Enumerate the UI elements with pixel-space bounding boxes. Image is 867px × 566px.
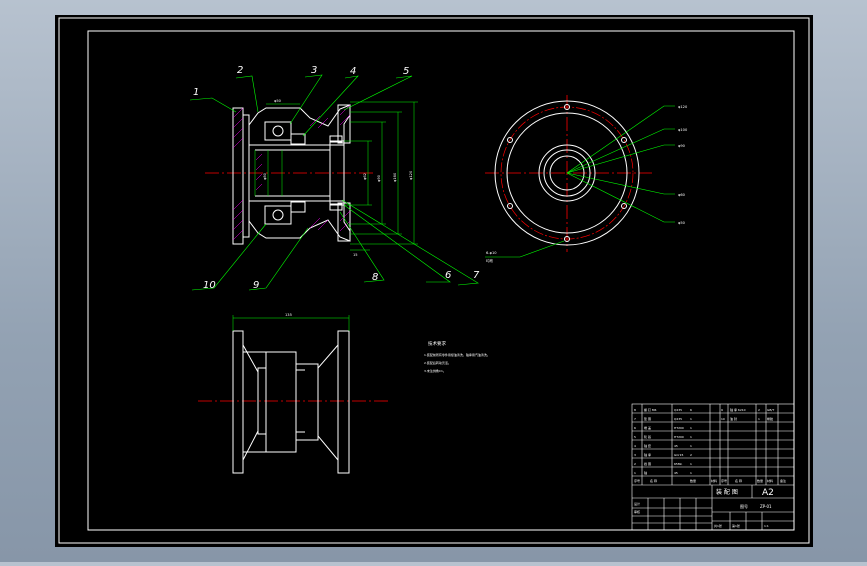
designer-label: 设计 [634, 501, 640, 506]
parts-cell-left-qty: 1 [690, 426, 692, 430]
parts-cell-left-qty: 1 [690, 471, 692, 475]
sheet-size: A2 [762, 488, 774, 498]
dim-front-right: φ80 [263, 172, 267, 180]
header-name: 名 称 [650, 478, 657, 483]
header-name2: 名 称 [735, 478, 742, 483]
parts-cell-left-mat: Q235 [674, 417, 682, 421]
dim-front-overall: φ120 [409, 170, 413, 180]
notes-line-1: 1.装配前所有零件用煤油清洗，轴承用汽油清洗。 [424, 352, 490, 357]
parts-cell-left-mat: 65Mn [674, 462, 682, 466]
sheet-count: 共1张 [714, 523, 722, 528]
parts-cell-left-qty: 1 [690, 444, 692, 448]
drawing-name: 装 配 图 [716, 488, 738, 496]
parts-cell-left-qty: 1 [690, 435, 692, 439]
dim-front-flange: φ160 [393, 172, 397, 182]
notes-title: 技术要求 [428, 340, 446, 347]
callout-2: 2 [237, 65, 243, 76]
parts-cell-right-qty: 2 [758, 408, 760, 412]
dim-circle-1: φ120 [678, 105, 688, 109]
parts-cell-left-name: 垫 圈 [644, 416, 651, 421]
dim-circle-3: φ90 [678, 144, 686, 148]
parts-cell-left-mat: Q235 [674, 408, 682, 412]
parts-cell-left-no: 2 [634, 462, 636, 466]
parts-cell-left-no: 7 [634, 417, 636, 421]
parts-cell-left-name: 挡 圈 [644, 461, 651, 466]
parts-cell-left-mat: 45 [674, 444, 678, 448]
dim-circle-2: φ100 [678, 128, 688, 132]
parts-cell-left-qty: 6 [690, 408, 692, 412]
callout-4: 4 [350, 66, 356, 77]
dim-bottom-overall: 135 [285, 313, 292, 317]
callout-7: 7 [473, 270, 480, 281]
callout-10: 10 [203, 280, 216, 291]
parts-cell-left-name: 轴 [644, 470, 647, 475]
header-no2: 序号 [721, 478, 727, 483]
parts-cell-right-no: 10 [721, 417, 725, 421]
dim-holes-line2: 均布 [486, 258, 494, 263]
dim-circle-4: φ60 [678, 193, 686, 197]
parts-cell-right-mat: GB/T [767, 408, 774, 412]
callout-9: 9 [253, 280, 259, 291]
dim-circle-5: φ50 [678, 221, 686, 225]
header-no: 序号 [634, 478, 640, 483]
checker-label: 审核 [634, 509, 640, 514]
callout-5: 5 [403, 66, 409, 77]
parts-cell-left-qty: 1 [690, 417, 692, 421]
parts-cell-left-qty: 2 [690, 453, 692, 457]
parts-cell-left-mat: HT200 [674, 426, 684, 430]
parts-cell-right-mat: 橡胶 [767, 416, 773, 421]
parts-cell-left-qty: 1 [690, 462, 692, 466]
parts-cell-left-no: 8 [634, 408, 636, 412]
header-qty: 数量 [690, 478, 696, 483]
parts-cell-right-name: 油 封 [730, 416, 737, 421]
parts-cell-left-name: 轮 毂 [644, 434, 651, 439]
callout-8: 8 [372, 272, 378, 283]
parts-cell-right-name: 轴 承 6210 [730, 407, 746, 412]
parts-cell-left-no: 3 [634, 453, 636, 457]
parts-cell-left-name: 轴 套 [644, 443, 651, 448]
dim-front-small: φ62 [363, 173, 367, 180]
parts-cell-left-name: 端 盖 [644, 425, 651, 430]
parts-cell-left-name: 轴 承 [644, 452, 651, 457]
callout-1: 1 [193, 87, 199, 98]
parts-cell-left-no: 1 [634, 471, 636, 475]
cad-viewport[interactable]: φ50 φ120 φ160 φ90 φ62 φ80 15 1 2 3 4 5 6… [0, 0, 867, 562]
scale-value: 1:1 [764, 524, 769, 528]
drawing-org: 图号 [740, 503, 748, 509]
parts-cell-left-mat: GCr15 [674, 453, 684, 457]
dim-front-inner: φ90 [377, 174, 381, 182]
parts-cell-left-no: 6 [634, 426, 636, 430]
dim-top-bore: φ50 [274, 99, 282, 103]
dim-bottom-right: 15 [353, 253, 358, 257]
header-qty2: 数量 [757, 478, 763, 483]
header-mat2: 材料 [767, 478, 773, 483]
sheet-number: 第1张 [732, 523, 740, 528]
notes-line-3: 3.未注倒角C1。 [424, 368, 446, 373]
parts-cell-left-no: 5 [634, 435, 636, 439]
parts-cell-left-mat: HT200 [674, 435, 684, 439]
callout-3: 3 [311, 65, 317, 76]
parts-cell-left-name: 螺 钉 M6 [644, 407, 656, 412]
drawing-no: ZP-01 [760, 504, 772, 509]
notes-line-2: 2.装配后转动灵活。 [424, 360, 451, 365]
parts-cell-left-mat: 45 [674, 471, 678, 475]
parts-cell-right-no: 9 [721, 408, 723, 412]
callout-6: 6 [445, 270, 451, 281]
header-mat: 材料 [711, 478, 717, 483]
parts-cell-right-qty: 1 [758, 417, 760, 421]
header-note: 备注 [780, 478, 786, 483]
parts-cell-left-no: 4 [634, 444, 636, 448]
dim-holes-line1: 6-φ10 [486, 251, 497, 255]
